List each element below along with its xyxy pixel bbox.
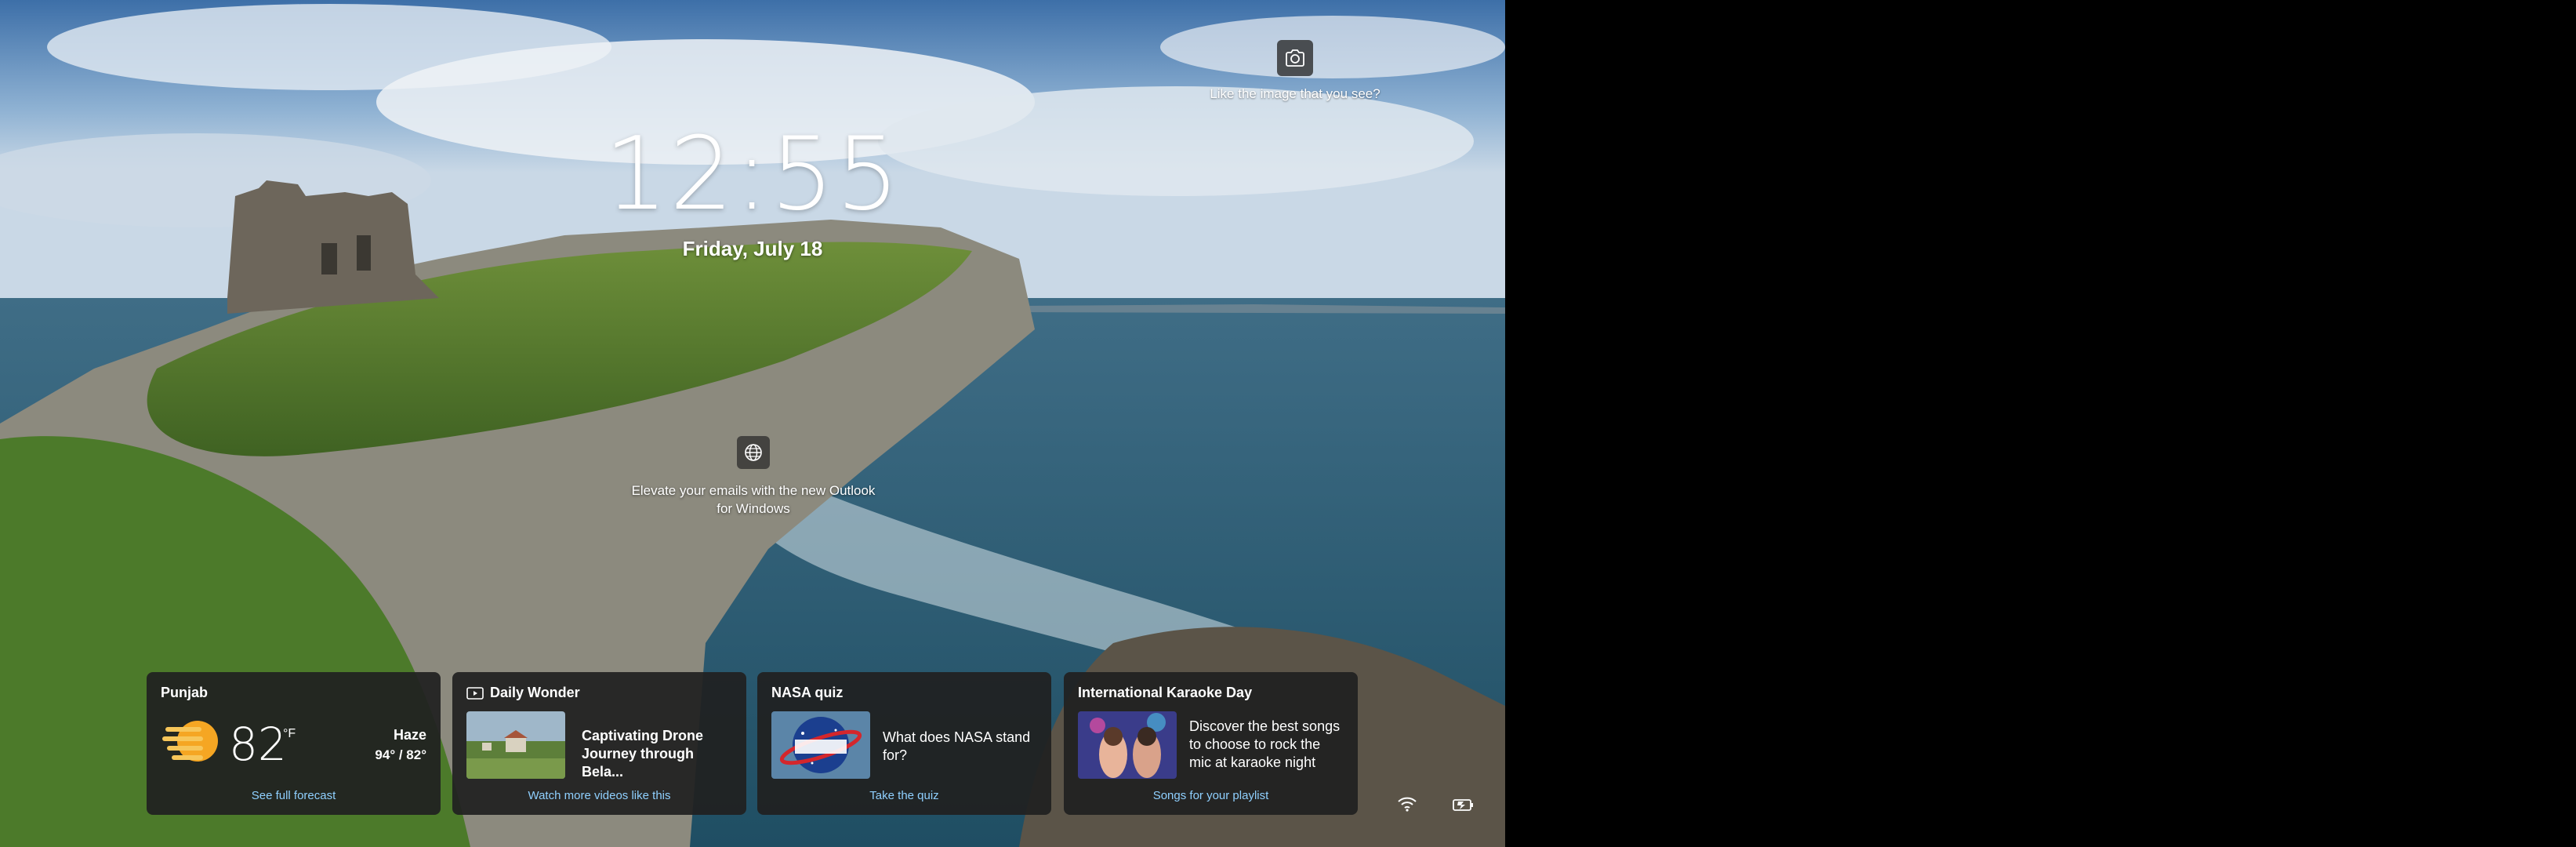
quiz-question: What does NASA stand for?: [883, 729, 1031, 763]
widget-title: Daily Wonder: [490, 685, 580, 700]
battery-charging-icon[interactable]: [1452, 795, 1475, 812]
nasa-quiz-widget[interactable]: NASA quiz What does NASA stand for? Take…: [757, 672, 1051, 815]
promo-text[interactable]: Elevate your emails with the new Outlook…: [627, 482, 880, 518]
date: Friday, July 18: [682, 237, 823, 260]
temperature-unit: °F: [283, 727, 296, 740]
promo-button[interactable]: [737, 436, 770, 469]
take-quiz-link[interactable]: Take the quiz: [757, 789, 1051, 802]
weather-location: Punjab: [161, 685, 209, 700]
karaoke-description: Discover the best songs to choose to roc…: [1189, 718, 1341, 770]
camera-button[interactable]: [1277, 40, 1313, 76]
widget-title: International Karaoke Day: [1078, 685, 1253, 700]
camera-icon: [1286, 49, 1304, 67]
watch-more-link[interactable]: Watch more videos like this: [452, 789, 746, 802]
globe-icon: [745, 444, 762, 461]
video-icon: [466, 686, 484, 700]
widget-title: NASA quiz: [771, 685, 844, 700]
lock-screen: Like the image that you see? 12:55 Frida…: [0, 0, 1505, 847]
image-feedback-caption[interactable]: Like the image that you see?: [1160, 86, 1430, 102]
weather-widget[interactable]: Punjab 82 °F Haze 94° / 82° See full for…: [147, 672, 441, 815]
haze-sun-icon: [162, 721, 218, 762]
karaoke-day-widget[interactable]: International Karaoke Day Discover the b…: [1064, 672, 1358, 815]
songs-playlist-link[interactable]: Songs for your playlist: [1064, 789, 1358, 802]
quiz-thumbnail[interactable]: [771, 711, 870, 779]
video-title: Captivating Drone Journey through Bela..…: [582, 728, 704, 780]
daily-wonder-widget[interactable]: Daily Wonder Captivating Drone Journey t…: [452, 672, 746, 815]
wifi-icon[interactable]: [1397, 795, 1417, 812]
karaoke-thumbnail[interactable]: [1078, 711, 1177, 779]
high-low-temperature: 94° / 82°: [375, 747, 426, 762]
clock: 12:55: [604, 116, 902, 233]
see-forecast-link[interactable]: See full forecast: [147, 789, 441, 802]
weather-condition: Haze: [393, 727, 426, 743]
video-thumbnail[interactable]: [466, 711, 565, 779]
temperature: 82: [229, 718, 287, 771]
